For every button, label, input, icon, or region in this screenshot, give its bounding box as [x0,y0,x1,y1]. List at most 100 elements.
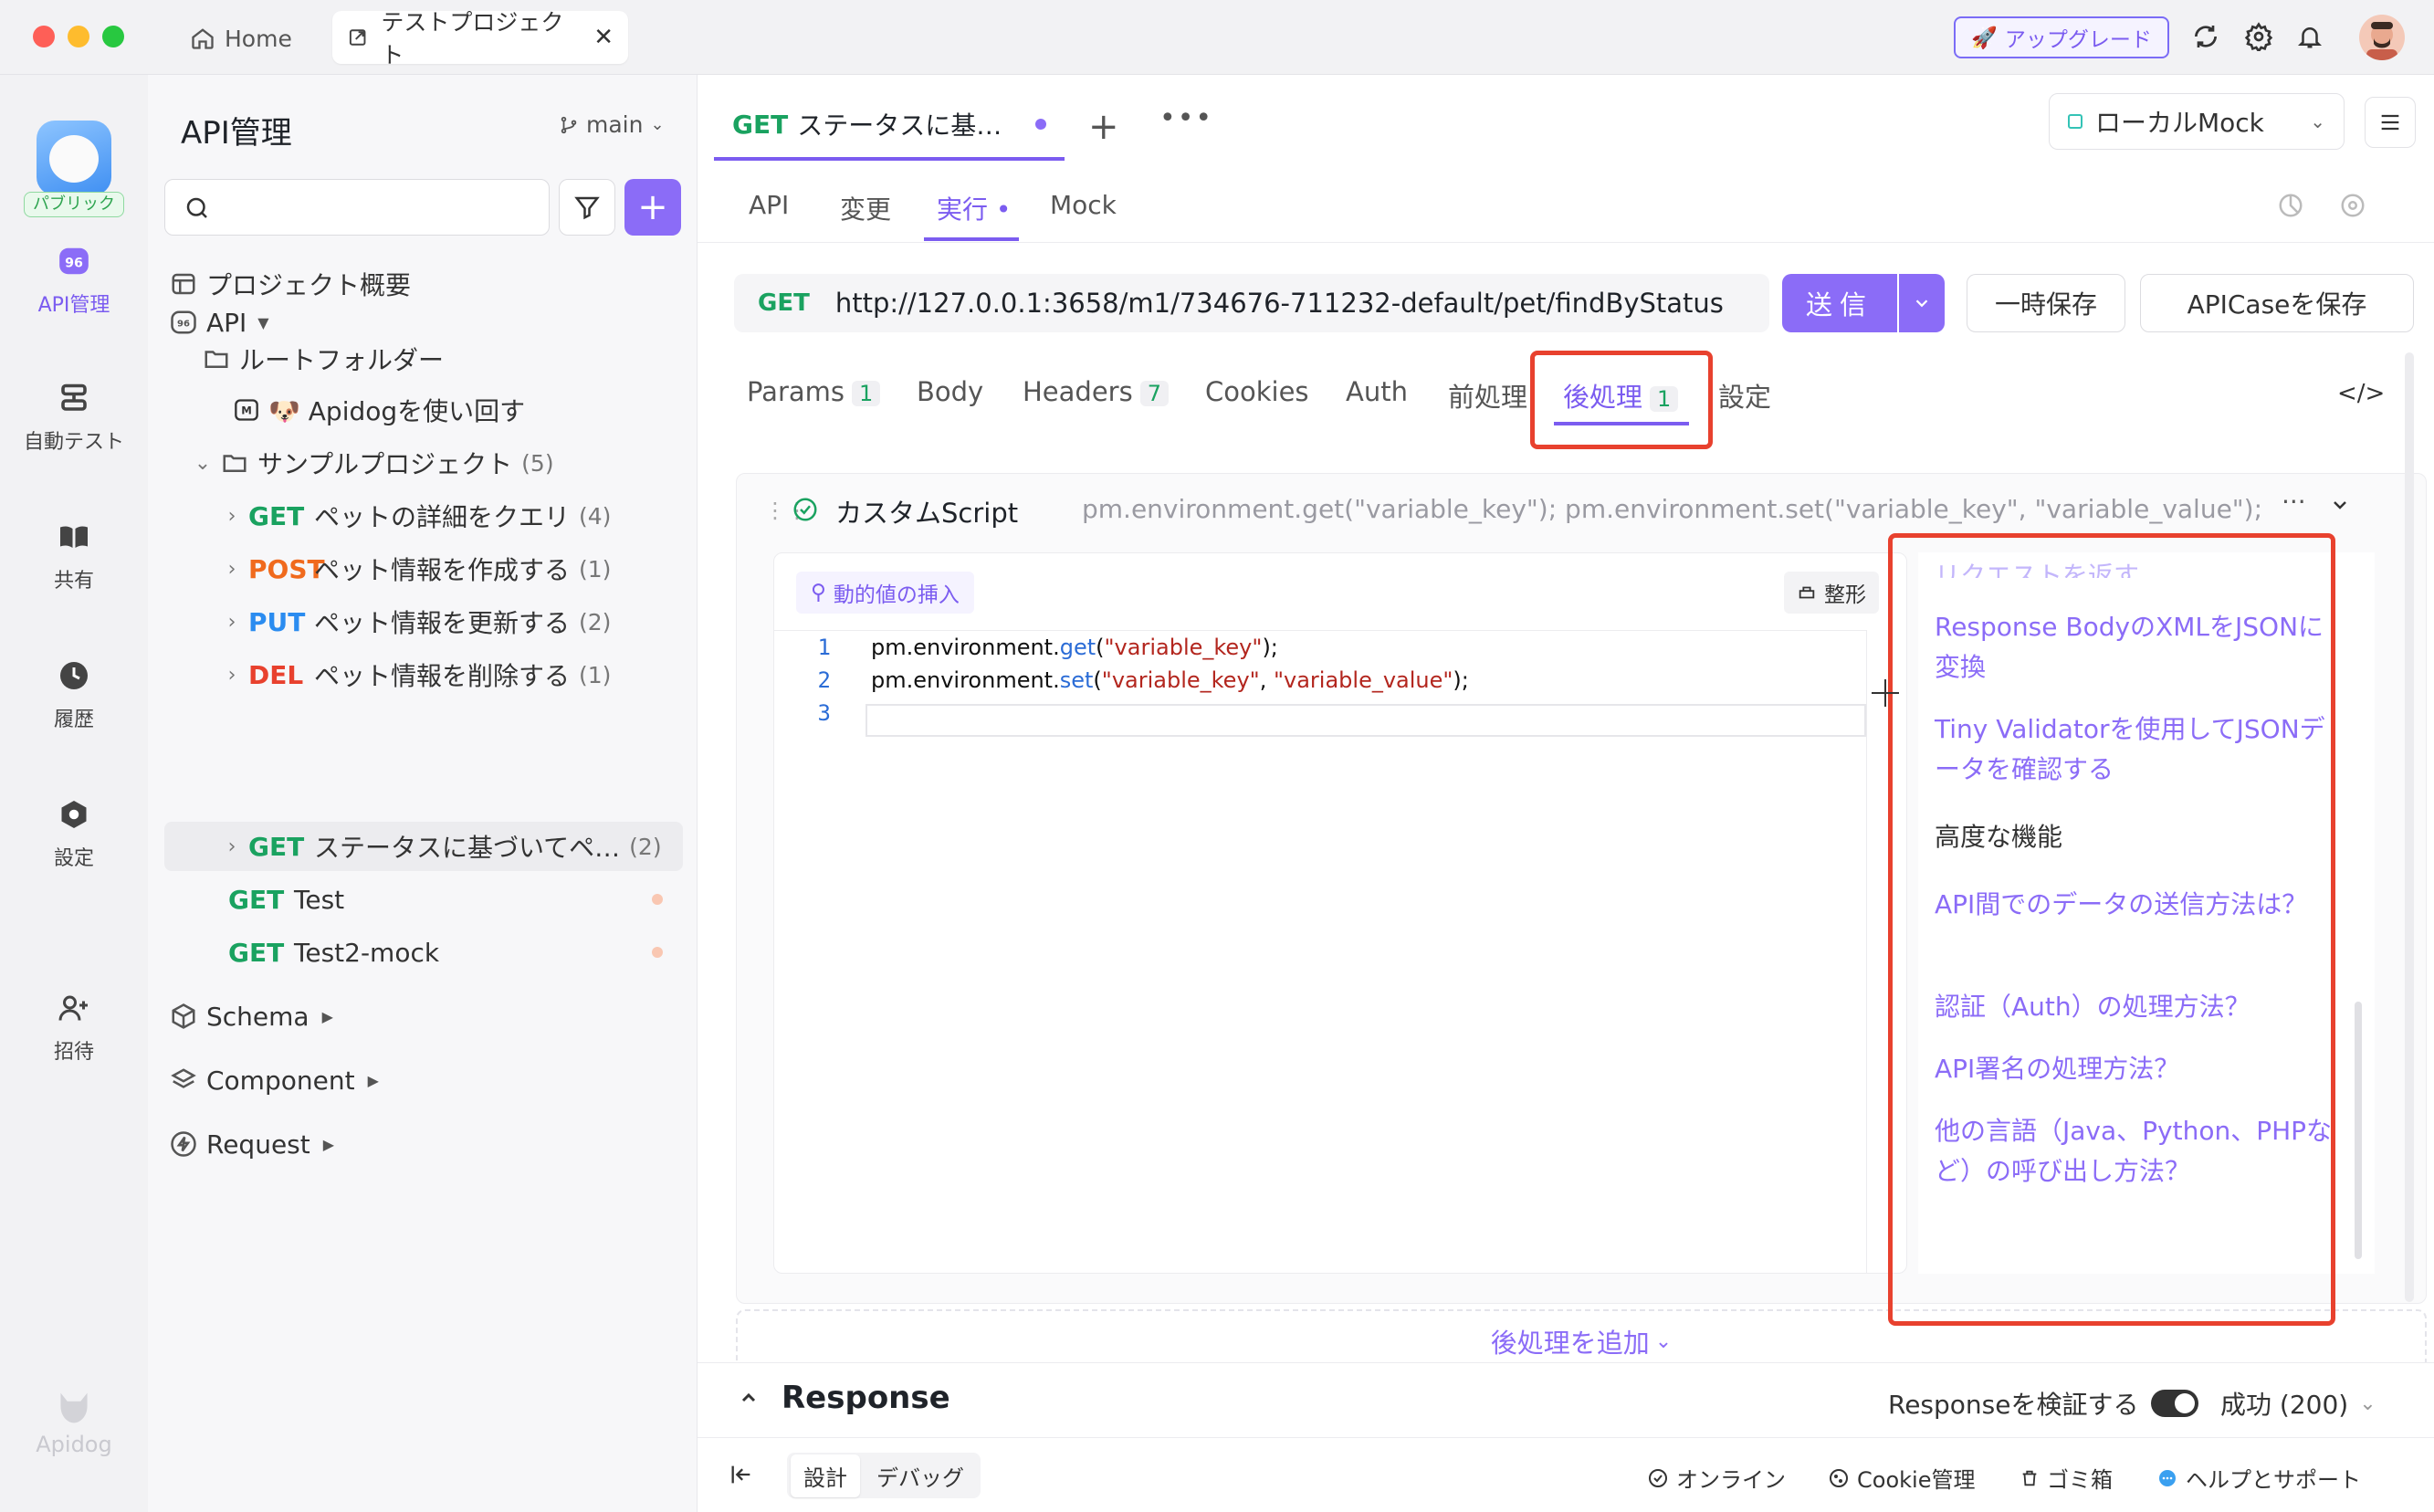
format-button[interactable]: 整形 [1784,572,1879,614]
tab-label: Auth [1346,376,1408,407]
rail-item-settings[interactable]: 設定 [0,796,148,871]
tree-item-root-folder[interactable]: ルートフォルダー [164,334,683,383]
url-bar[interactable]: GET http://127.0.0.1:3658/m1/734676-7112… [734,274,1769,332]
search-input[interactable] [220,189,530,226]
tree-item-sample-project[interactable]: ⌄ サンプルプロジェクト (5) [164,438,683,488]
tree-item-endpoint[interactable]: › POST ペット情報を作成する (1) [164,544,683,593]
sync-icon[interactable] [2189,20,2222,53]
url-input[interactable]: http://127.0.0.1:3658/m1/734676-711232-d… [835,288,1724,319]
tab-label: 設定 [1718,382,1772,413]
menu-button[interactable] [2365,97,2416,148]
response-status-select[interactable]: 成功 (200) ⌄ [2220,1385,2376,1422]
response-title[interactable]: Response [738,1380,950,1416]
tab-auth[interactable]: Auth [1346,376,1408,407]
chevron-right-icon: › [227,504,236,528]
tree-item-count: (5) [521,449,554,477]
filter-button[interactable] [559,179,615,236]
code-line: 1 pm.environment.get("variable_key"); [774,631,1278,664]
target-icon[interactable] [2339,192,2366,219]
environment-select[interactable]: ローカルMock ⌄ [2049,93,2345,150]
tab-params[interactable]: Params 1 [747,376,881,407]
request-tab[interactable]: GET ステータスに基… [714,91,1065,161]
trash[interactable]: ゴミ箱 [2020,1462,2113,1494]
insert-dynamic-value-button[interactable]: ⚲ 動的値の挿入 [796,572,974,614]
avatar[interactable] [2359,15,2405,60]
tab-settings[interactable]: 設定 [1718,376,1771,415]
add-button[interactable]: + [624,179,681,236]
tab-run[interactable]: 実行 • [937,190,1011,226]
tab-body[interactable]: Body [917,376,983,407]
project-logo[interactable] [37,121,111,195]
tree-item-component[interactable]: Component ▶ [164,1055,683,1105]
tree-item-apidog-doc[interactable]: M 🐶 Apidogを使い回す [164,385,683,435]
gear-icon[interactable] [2242,20,2275,53]
new-tab-button[interactable]: + [1088,106,1119,148]
more-tabs-icon[interactable]: ••• [1159,102,1213,134]
tree-item-endpoint[interactable]: › GET ステータスに基づいてペ… (2) [164,822,683,871]
tab-headers[interactable]: Headers 7 [1023,376,1169,407]
method-badge: DEL [248,659,304,690]
project-tab[interactable]: テストプロジェクト ✕ [332,9,628,68]
overview-icon [172,273,195,295]
send-dropdown[interactable] [1899,274,1945,332]
zoom-window-button[interactable] [102,26,124,47]
highlight-box-post-tab [1530,351,1713,449]
chart-icon[interactable] [2277,192,2304,219]
bell-icon[interactable] [2293,20,2326,53]
tree-item-endpoint[interactable]: › DEL ペット情報を削除する (1) [164,650,683,699]
more-options-icon[interactable]: ··· [2282,487,2306,517]
tree-item-endpoint[interactable]: GET Test [164,875,683,924]
upgrade-button[interactable]: 🚀 アップグレード [1954,16,2169,58]
minimize-window-button[interactable] [68,26,89,47]
online-status[interactable]: オンライン [1647,1462,1786,1494]
home-tab[interactable]: Home [190,18,292,58]
rail-item-share[interactable]: 共有 [0,519,148,593]
rail-item-history[interactable]: 履歴 [0,657,148,732]
cookie-manager[interactable]: Cookie管理 [1828,1462,1975,1494]
tab-changes[interactable]: 変更 [840,190,891,226]
mode-debug[interactable]: デバッグ [864,1454,977,1497]
temp-save-button[interactable]: 一時保存 [1967,274,2125,332]
invite-icon [56,990,92,1026]
close-tab-icon[interactable]: ✕ [593,24,614,51]
rail-item-invite[interactable]: 招待 [0,990,148,1065]
search-box[interactable] [164,179,550,236]
tree-item-schema[interactable]: Schema ▶ [164,992,683,1041]
help-support[interactable]: ヘルプとサポート [2156,1462,2361,1494]
tab-api[interactable]: API [749,190,789,220]
rail-item-label: 自動テスト [23,431,124,454]
tab-mock[interactable]: Mock [1050,190,1117,220]
tree-item-endpoint[interactable]: › GET ペットの詳細をクエリ (4) [164,491,683,541]
send-button[interactable]: 送信 [1782,274,1897,332]
tab-cookies[interactable]: Cookies [1205,376,1309,407]
tree-item-label: Test [294,884,345,915]
chevron-down-icon: ⌄ [650,115,665,134]
tree-item-label: ルートフォルダー [239,345,445,375]
book-icon [56,519,92,555]
branch-selector[interactable]: main ⌄ [559,111,665,138]
method-badge: PUT [248,606,306,637]
api-icon: 96 [56,243,92,279]
rail-item-autotest[interactable]: 自動テスト [0,380,148,455]
collapse-sidebar-icon[interactable] [729,1462,754,1487]
tree-item-request[interactable]: Request ▶ [164,1119,683,1169]
check-circle-icon[interactable] [792,496,819,523]
tab-label: 前処理 [1448,382,1528,413]
close-window-button[interactable] [33,26,55,47]
tree-item-endpoint[interactable]: › PUT ペット情報を更新する (2) [164,597,683,646]
code-view-icon[interactable]: </> [2337,380,2385,407]
main-scrollbar[interactable] [2405,352,2414,1302]
code-text: pm.environment.get("variable_key"); [871,635,1278,660]
chevron-down-icon[interactable] [2329,494,2351,516]
tree-item-label: 🐶 Apidogを使い回す [268,396,526,426]
tree-item-endpoint[interactable]: GET Test2-mock [164,928,683,977]
editor-divider[interactable] [1866,630,1867,1273]
tab-pre-processing[interactable]: 前処理 [1448,376,1527,415]
save-apicase-button[interactable]: APICaseを保存 [2140,274,2414,332]
rail-item-api[interactable]: 96 API管理 [0,243,148,318]
verify-toggle[interactable] [2151,1390,2199,1417]
code-editor[interactable]: ⚲ 動的値の挿入 整形 1 pm.environment.get("variab… [773,552,1907,1274]
snippet-scrollbar[interactable] [2355,1002,2362,1259]
mode-design[interactable]: 設計 [791,1454,860,1497]
code-area[interactable]: 1 pm.environment.get("variable_key"); 2 … [774,630,1866,1269]
